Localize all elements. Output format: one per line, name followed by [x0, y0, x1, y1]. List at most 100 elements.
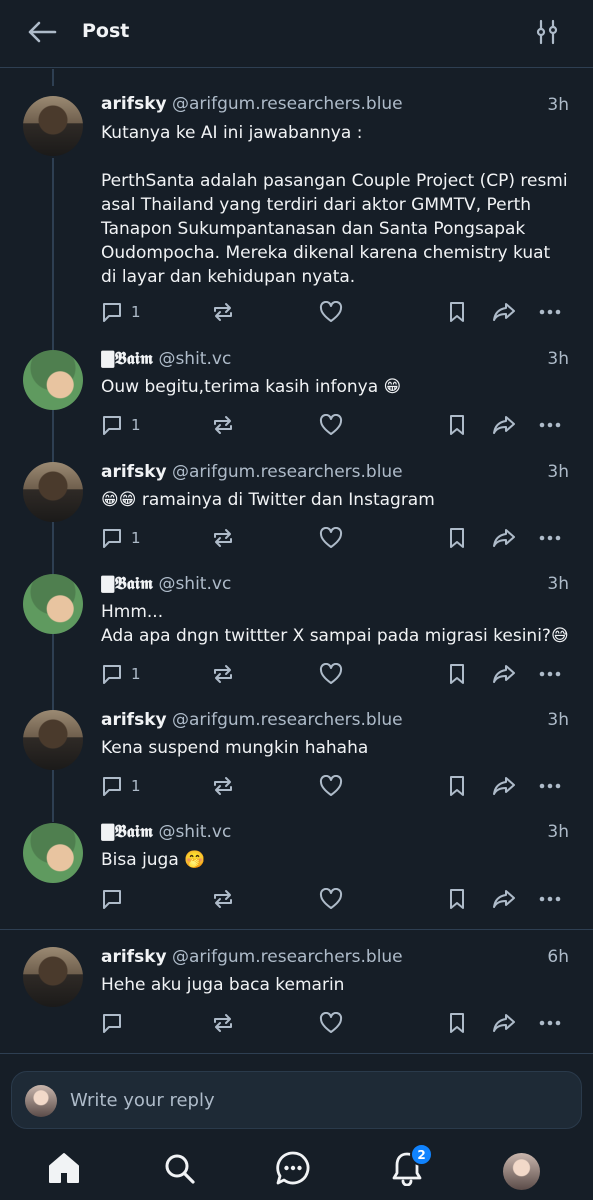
- thread-line: [52, 69, 54, 86]
- repost-button[interactable]: [211, 299, 235, 325]
- share-icon: [493, 529, 515, 547]
- repost-button[interactable]: [211, 661, 235, 687]
- repost-button[interactable]: [211, 412, 235, 438]
- author-name[interactable]: arifsky: [101, 947, 167, 967]
- author-name[interactable]: 🀫𝕭𝖆𝖎𝖒: [101, 822, 153, 842]
- avatar[interactable]: [23, 96, 83, 156]
- avatar[interactable]: [23, 947, 83, 1007]
- avatar[interactable]: [23, 350, 83, 410]
- repost-button[interactable]: [211, 525, 235, 551]
- bookmark-icon: [450, 528, 464, 548]
- reply-icon: [103, 890, 121, 909]
- like-button[interactable]: [319, 525, 343, 551]
- more-icon: [539, 1020, 561, 1026]
- author-handle[interactable]: @shit.vc: [158, 349, 231, 369]
- author-name[interactable]: arifsky: [101, 94, 167, 114]
- repost-button[interactable]: [211, 886, 235, 912]
- author-handle[interactable]: @shit.vc: [158, 574, 231, 594]
- avatar[interactable]: [23, 574, 83, 634]
- repost-icon: [214, 777, 232, 795]
- avatar[interactable]: [23, 710, 83, 770]
- more-button[interactable]: [538, 886, 562, 912]
- author-name[interactable]: 🀫𝕭𝖆𝖎𝖒: [101, 349, 153, 369]
- tab-profile-avatar[interactable]: [503, 1153, 540, 1190]
- back-button[interactable]: [24, 16, 60, 48]
- bookmark-icon: [450, 415, 464, 435]
- post-actions: 1: [101, 773, 571, 799]
- repost-icon: [214, 1014, 232, 1032]
- more-button[interactable]: [538, 661, 562, 687]
- heart-icon: [319, 1012, 343, 1033]
- repost-button[interactable]: [211, 773, 235, 799]
- like-button[interactable]: [319, 886, 343, 912]
- author-handle[interactable]: @shit.vc: [158, 822, 231, 842]
- share-button[interactable]: [491, 773, 517, 799]
- reply-button[interactable]: 1: [101, 525, 141, 551]
- tab-search[interactable]: [159, 1148, 199, 1188]
- post-author: arifsky @arifgum.researchers.blue: [101, 462, 403, 482]
- bookmark-button[interactable]: [447, 886, 467, 912]
- bookmark-button[interactable]: [447, 773, 467, 799]
- bookmark-icon: [450, 889, 464, 909]
- bookmark-button[interactable]: [447, 525, 467, 551]
- tab-home[interactable]: [44, 1148, 84, 1188]
- thread-options-button[interactable]: [531, 16, 563, 48]
- bookmark-button[interactable]: [447, 1010, 467, 1036]
- reply-count: 1: [131, 529, 141, 547]
- reply-button[interactable]: 1: [101, 412, 141, 438]
- bookmark-icon: [450, 1013, 464, 1033]
- reply-button[interactable]: [101, 886, 131, 912]
- reply-button[interactable]: 1: [101, 661, 141, 687]
- thread-line: [52, 634, 54, 710]
- author-name[interactable]: arifsky: [101, 462, 167, 482]
- post-actions: 1: [101, 525, 571, 551]
- post-time: 3h: [547, 349, 569, 369]
- bookmark-button[interactable]: [447, 299, 467, 325]
- like-button[interactable]: [319, 1010, 343, 1036]
- author-name[interactable]: arifsky: [101, 710, 167, 730]
- bookmark-button[interactable]: [447, 412, 467, 438]
- avatar[interactable]: [23, 462, 83, 522]
- author-handle[interactable]: @arifgum.researchers.blue: [172, 462, 403, 482]
- more-icon: [539, 535, 561, 541]
- bookmark-button[interactable]: [447, 661, 467, 687]
- repost-icon: [214, 890, 232, 908]
- post-text: Kutanya ke AI ini jawabannya : PerthSant…: [101, 123, 568, 287]
- more-icon: [539, 783, 561, 789]
- sliders-icon: [536, 19, 558, 45]
- like-button[interactable]: [319, 299, 343, 325]
- share-button[interactable]: [491, 1010, 517, 1036]
- heart-icon: [319, 775, 343, 796]
- like-button[interactable]: [319, 412, 343, 438]
- more-button[interactable]: [538, 773, 562, 799]
- reply-composer[interactable]: Write your reply: [11, 1071, 582, 1129]
- post-time: 3h: [547, 574, 569, 594]
- post-time: 3h: [547, 710, 569, 730]
- more-icon: [539, 671, 561, 677]
- reply-button[interactable]: 1: [101, 773, 141, 799]
- reply-button[interactable]: [101, 1010, 131, 1036]
- more-button[interactable]: [538, 299, 562, 325]
- author-handle[interactable]: @arifgum.researchers.blue: [172, 710, 403, 730]
- avatar[interactable]: [23, 823, 83, 883]
- author-name[interactable]: 🀫𝕭𝖆𝖎𝖒: [101, 574, 153, 594]
- post-time: 6h: [547, 947, 569, 967]
- post-author: arifsky @arifgum.researchers.blue: [101, 94, 403, 114]
- share-button[interactable]: [491, 299, 517, 325]
- more-icon: [539, 422, 561, 428]
- reply-button[interactable]: 1: [101, 299, 141, 325]
- author-handle[interactable]: @arifgum.researchers.blue: [172, 947, 403, 967]
- author-handle[interactable]: @arifgum.researchers.blue: [172, 94, 403, 114]
- like-button[interactable]: [319, 773, 343, 799]
- share-button[interactable]: [491, 886, 517, 912]
- more-button[interactable]: [538, 1010, 562, 1036]
- tab-chat[interactable]: [273, 1148, 313, 1188]
- like-button[interactable]: [319, 661, 343, 687]
- more-button[interactable]: [538, 412, 562, 438]
- repost-button[interactable]: [211, 1010, 235, 1036]
- share-button[interactable]: [491, 525, 517, 551]
- post-author: arifsky @arifgum.researchers.blue: [101, 947, 403, 967]
- share-button[interactable]: [491, 412, 517, 438]
- share-button[interactable]: [491, 661, 517, 687]
- more-button[interactable]: [538, 525, 562, 551]
